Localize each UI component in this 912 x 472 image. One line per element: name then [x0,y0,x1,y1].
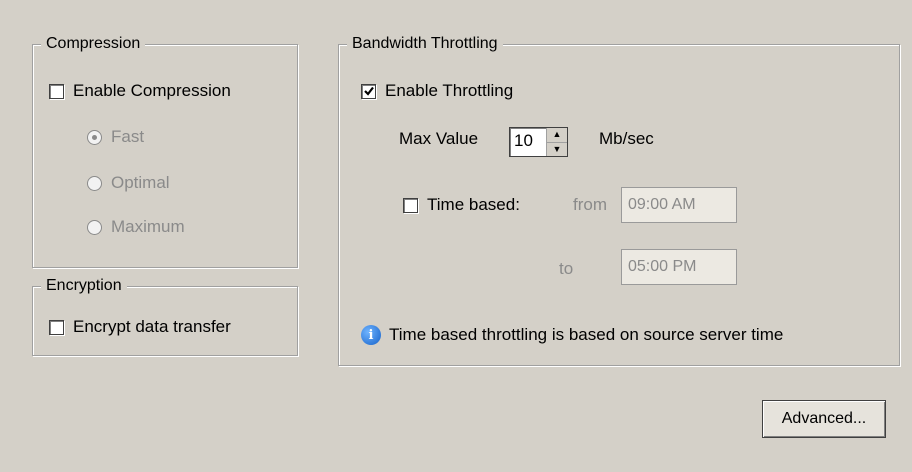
radio-optimal[interactable]: Optimal [87,173,170,193]
spin-up-icon[interactable]: ▲ [547,128,567,143]
encryption-group: Encryption Encrypt data transfer [32,275,298,356]
compression-title: Compression [41,33,146,55]
info-text: Time based throttling is based on source… [389,325,784,344]
time-based-label: Time based: [427,195,520,214]
radio-optimal-label: Optimal [111,173,170,192]
spin-down-icon[interactable]: ▼ [547,143,567,157]
compression-group: Compression Enable Compression Fast Opti… [32,33,298,268]
info-icon: i [361,325,381,345]
info-row: i Time based throttling is based on sour… [361,325,783,345]
enable-throttling-checkbox[interactable]: Enable Throttling [361,81,513,101]
from-label: from [573,195,607,214]
max-value-row: Max Value [399,129,478,149]
radio-fast-label: Fast [111,127,145,146]
advanced-button[interactable]: Advanced... [762,400,886,438]
encrypt-checkbox[interactable]: Encrypt data transfer [49,317,231,337]
encryption-title: Encryption [41,275,127,297]
time-based-checkbox[interactable]: Time based: [403,195,520,215]
checkbox-box[interactable] [361,83,376,99]
checkbox-box[interactable] [49,319,64,335]
to-time-field[interactable]: 05:00 PM [621,249,737,285]
enable-compression-checkbox[interactable]: Enable Compression [49,81,231,101]
radio-circle[interactable] [87,219,102,235]
from-row: from [573,195,607,215]
to-label: to [559,259,574,278]
unit-row: Mb/sec [599,129,654,149]
checkbox-box[interactable] [49,83,64,99]
throttling-title: Bandwidth Throttling [347,33,503,55]
max-value-input[interactable]: 10 [510,128,546,156]
radio-maximum-label: Maximum [111,217,185,236]
unit-label: Mb/sec [599,129,654,148]
from-time-field[interactable]: 09:00 AM [621,187,737,223]
max-value-spinner[interactable]: 10 ▲ ▼ [509,127,568,157]
to-row: to [559,259,573,279]
enable-compression-label: Enable Compression [73,81,231,100]
checkbox-box[interactable] [403,197,418,213]
radio-circle[interactable] [87,129,102,145]
radio-maximum[interactable]: Maximum [87,217,185,237]
checkmark-icon [363,86,374,96]
radio-fast[interactable]: Fast [87,127,144,147]
radio-circle[interactable] [87,175,102,191]
encrypt-label: Encrypt data transfer [73,317,231,336]
enable-throttling-label: Enable Throttling [385,81,514,100]
max-value-label: Max Value [399,129,479,148]
throttling-group: Bandwidth Throttling Enable Throttling M… [338,33,900,366]
